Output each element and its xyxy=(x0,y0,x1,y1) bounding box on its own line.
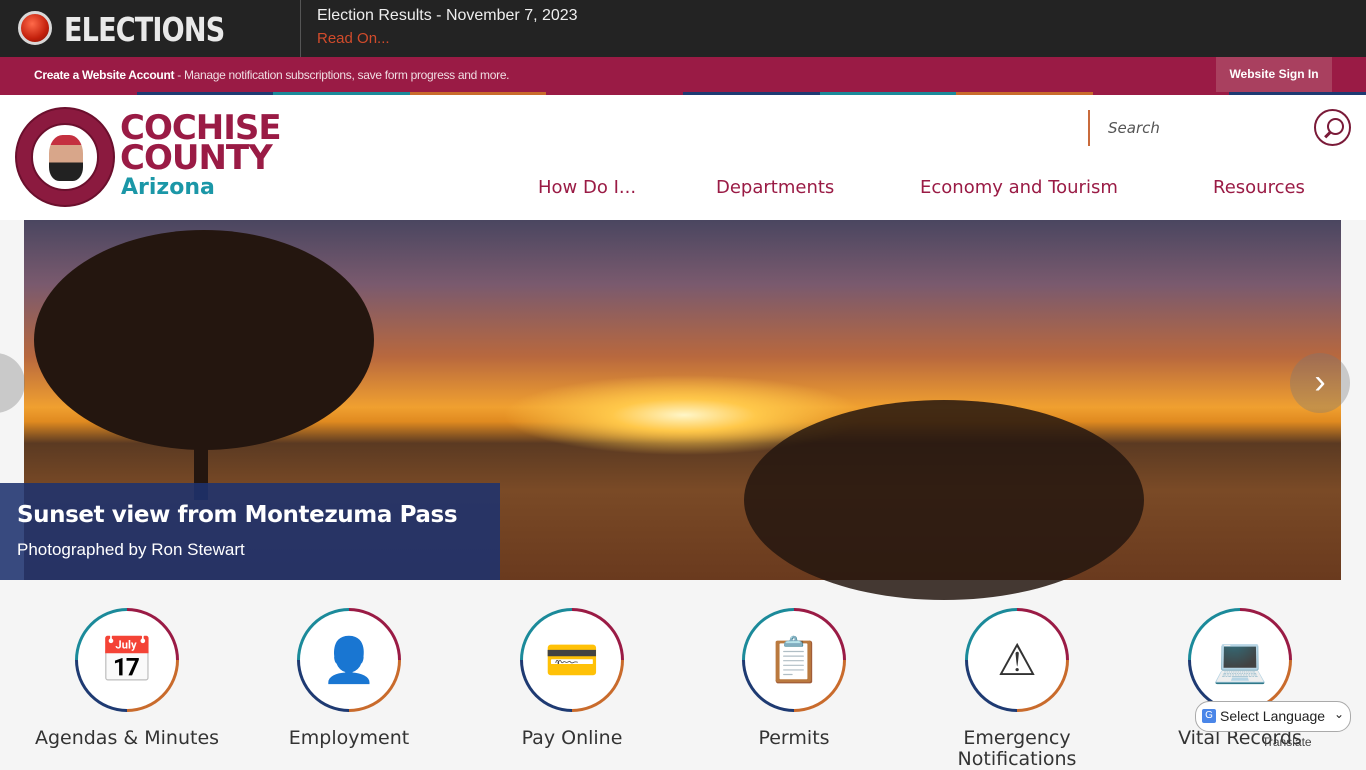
previous-slide-button[interactable] xyxy=(0,353,25,413)
quick-link-label: Pay Online xyxy=(521,727,623,749)
alert-headline[interactable]: Election Results - November 7, 2023 xyxy=(317,7,578,25)
alert-title: ELECTIONS xyxy=(64,10,225,49)
account-message: Create a Website Account - Manage notifi… xyxy=(34,68,510,82)
sign-in-button[interactable]: Website Sign In xyxy=(1216,57,1332,92)
quick-link-label: Emergency Notifications xyxy=(957,727,1077,770)
quick-link-pay-online[interactable]: 💳 Pay Online xyxy=(461,608,683,749)
person-icon: 👤 xyxy=(300,611,398,709)
elections-alert-bar: ELECTIONS Election Results - November 7,… xyxy=(0,0,1366,57)
nav-resources[interactable]: Resources xyxy=(1213,177,1305,198)
quick-link-permits[interactable]: 📋 Permits xyxy=(683,608,905,749)
ring: 💳 xyxy=(520,608,624,712)
county-seal-logo[interactable] xyxy=(15,107,115,207)
nav-how-do-i[interactable]: How Do I... xyxy=(538,177,636,198)
site-header: COCHISECOUNTY Arizona How Do I... Depart… xyxy=(0,95,1366,220)
quick-link-label: Employment xyxy=(288,727,410,749)
quick-link-label: Permits xyxy=(758,727,830,749)
create-account-link[interactable]: Create a Website Account xyxy=(34,68,174,82)
next-slide-button[interactable]: › xyxy=(1290,353,1350,413)
ring: 💻 xyxy=(1188,608,1292,712)
ring: ⚠ xyxy=(965,608,1069,712)
ring: 📋 xyxy=(742,608,846,712)
read-on-link[interactable]: Read On... xyxy=(317,30,390,47)
account-bar: Create a Website Account - Manage notifi… xyxy=(0,57,1366,92)
quick-link-employment[interactable]: 👤 Employment xyxy=(238,608,460,749)
ring: 👤 xyxy=(297,608,401,712)
laptop-icon: 💻 xyxy=(1191,611,1289,709)
divider xyxy=(300,0,301,57)
search-box xyxy=(1088,110,1288,146)
account-description: - Manage notification subscriptions, sav… xyxy=(174,68,510,82)
quick-link-label: Agendas & Minutes xyxy=(34,727,220,749)
ring: 📅 xyxy=(75,608,179,712)
hero-caption: Sunset view from Montezuma Pass Photogra… xyxy=(0,483,500,580)
credit-card-icon: 💳 xyxy=(523,611,621,709)
language-select-label: Select Language xyxy=(1220,708,1326,724)
caption-title: Sunset view from Montezuma Pass xyxy=(17,502,458,528)
clipboard-icon: 📋 xyxy=(745,611,843,709)
calendar-clock-icon: 📅 xyxy=(78,611,176,709)
quick-link-agendas-minutes[interactable]: 📅 Agendas & Minutes xyxy=(16,608,238,749)
logo-state: Arizona xyxy=(121,175,215,200)
chevron-down-icon: ⌄ xyxy=(1333,707,1344,721)
logo-text[interactable]: COCHISE COUNTY xyxy=(120,111,282,178)
nav-departments[interactable]: Departments xyxy=(716,177,834,198)
alert-dot-icon xyxy=(18,11,52,45)
google-translate-credit: Translate xyxy=(1262,735,1312,749)
logo-line2: COUNTY xyxy=(120,138,273,178)
nav-economy-tourism[interactable]: Economy and Tourism xyxy=(920,177,1118,198)
warning-icon: ⚠ xyxy=(968,611,1066,709)
google-translate-icon: G xyxy=(1202,709,1216,723)
language-select[interactable]: G Select Language ⌄ xyxy=(1195,701,1351,732)
search-icon[interactable] xyxy=(1314,109,1351,146)
quick-link-emergency-notifications[interactable]: ⚠ Emergency Notifications xyxy=(906,608,1128,770)
caption-credit: Photographed by Ron Stewart xyxy=(17,540,245,559)
search-input[interactable] xyxy=(1108,110,1288,146)
